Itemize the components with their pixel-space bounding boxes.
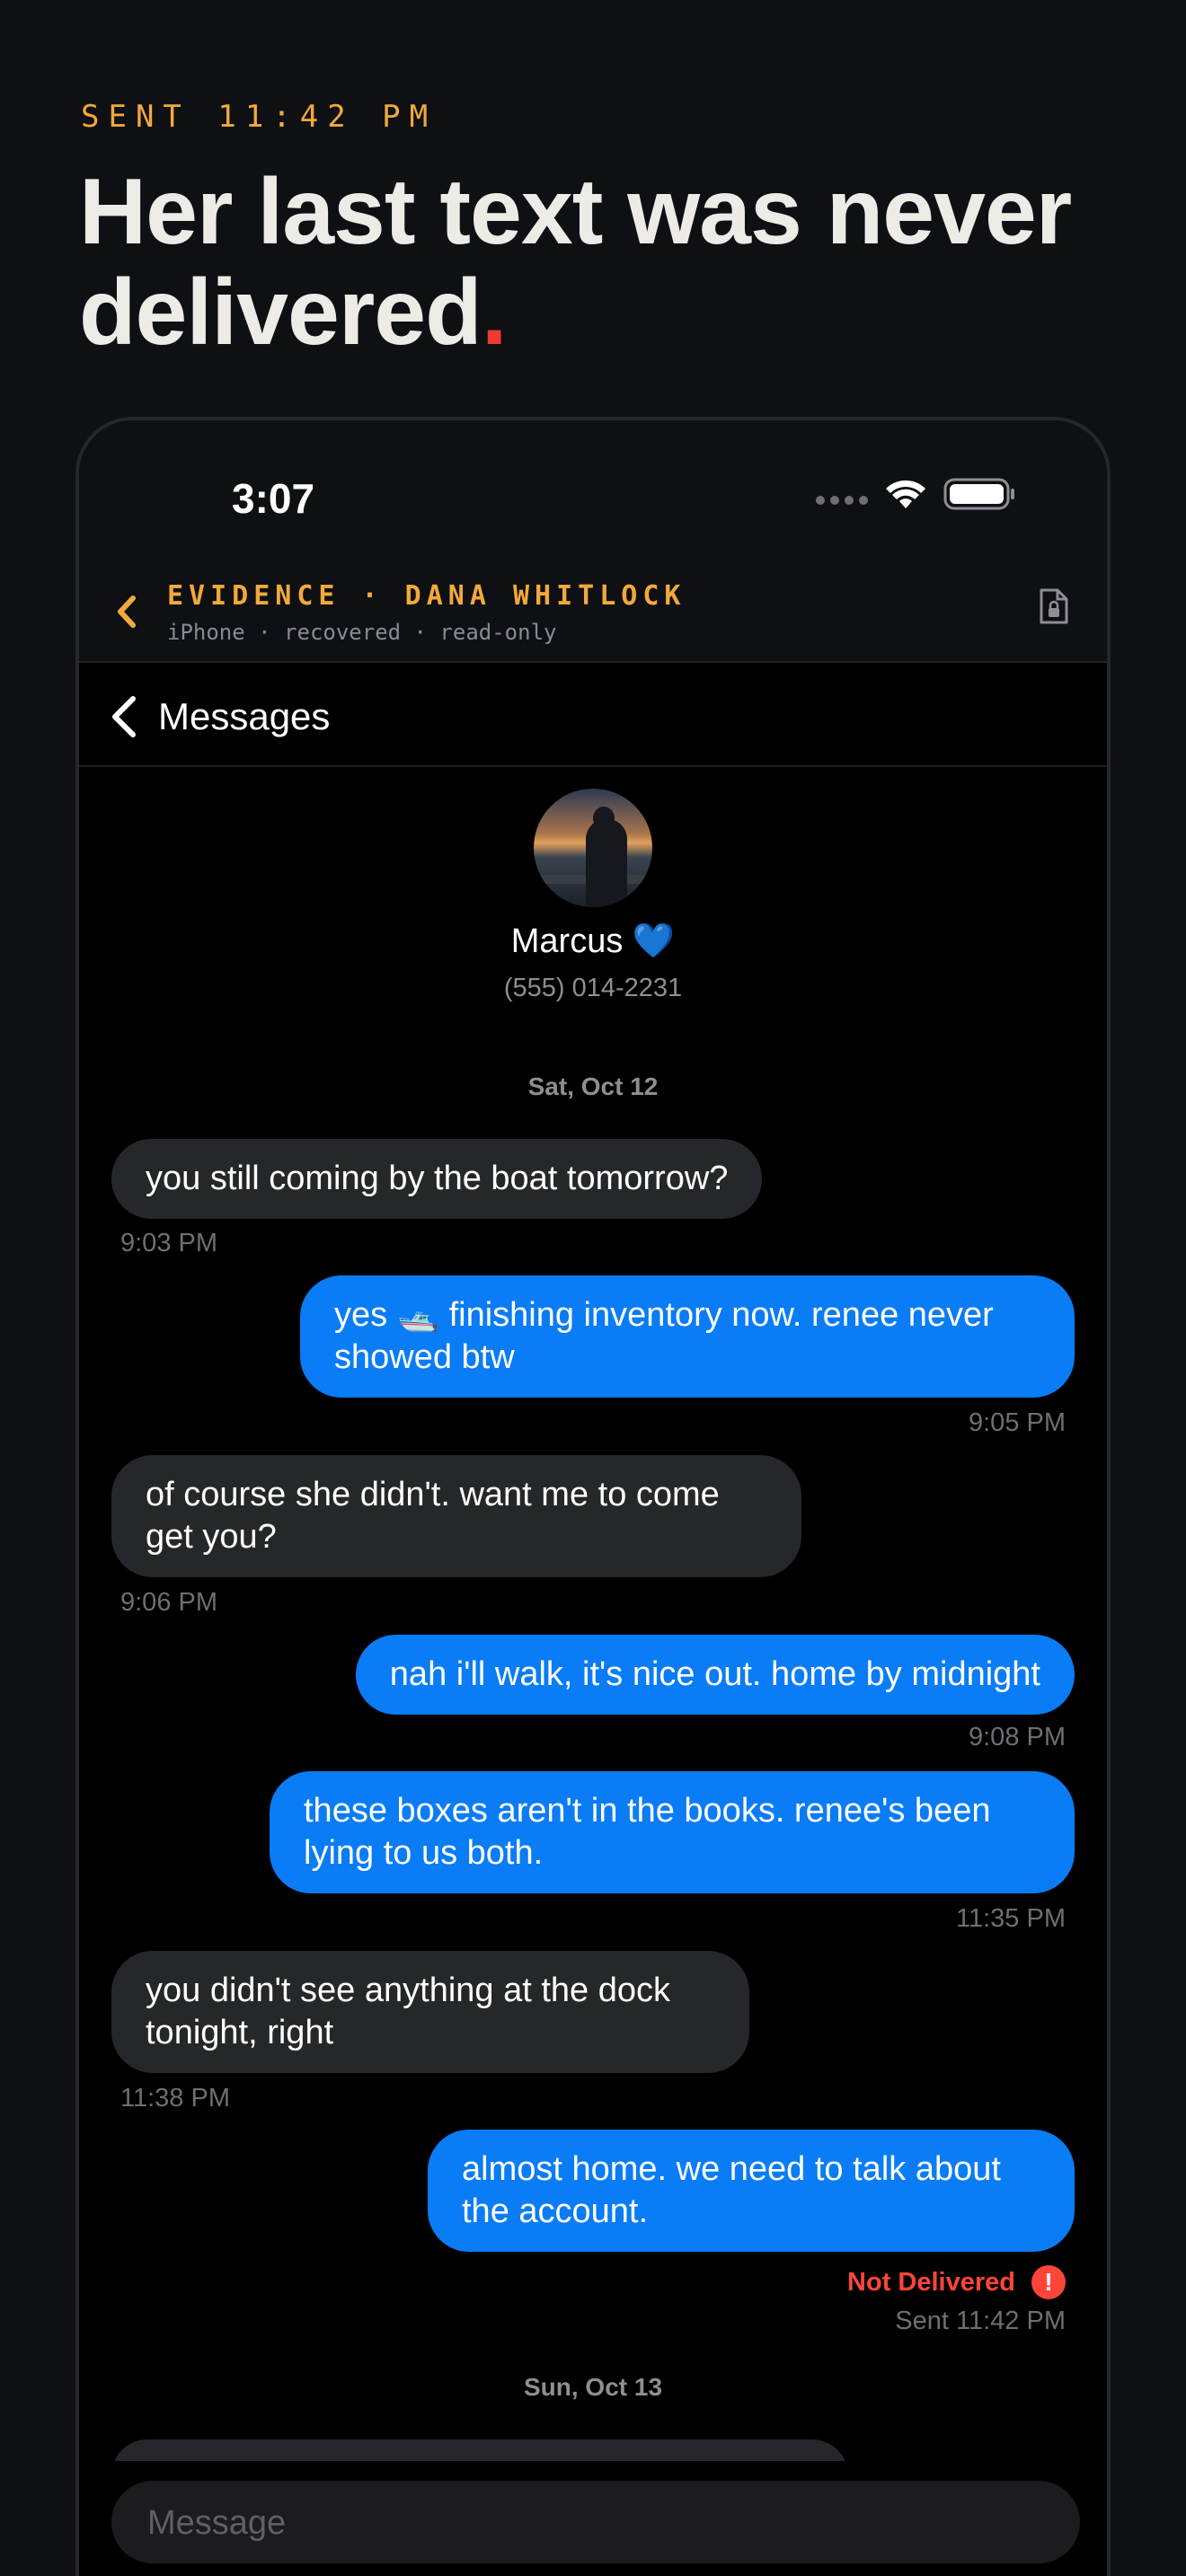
phone-frame: 3:07 EVIDENCE · DANA WHITLOCK iPhone · r… — [75, 417, 1111, 2576]
evidence-subtitle: iPhone · recovered · read-only — [167, 620, 557, 645]
date-separator: Sat, Oct 12 — [527, 1072, 659, 1100]
date-separator: Sun, Oct 13 — [523, 2373, 663, 2401]
message-bubble-outgoing[interactable]: nah i'll walk, it's nice out. home by mi… — [355, 1635, 1075, 1715]
wifi-icon — [886, 480, 925, 508]
contact-name[interactable]: Marcus 💙 — [79, 922, 1107, 961]
locked-document-icon[interactable] — [1039, 587, 1069, 630]
avatar[interactable] — [534, 789, 652, 907]
status-time: 3:07 — [232, 475, 315, 522]
error-icon[interactable]: ! — [1031, 2265, 1066, 2299]
chevron-left-icon[interactable] — [113, 591, 138, 643]
contact-header: Marcus 💙 (555) 014-2231 — [79, 789, 1107, 1003]
back-button[interactable] — [106, 692, 142, 746]
evidence-bar: EVIDENCE · DANA WHITLOCK iPhone · recove… — [79, 555, 1107, 663]
evidence-title: EVIDENCE · DANA WHITLOCK — [167, 580, 686, 612]
message-timestamp: 9:06 PM — [120, 1588, 217, 1617]
status-bar: 3:07 — [79, 420, 1107, 555]
chevron-left-icon — [112, 696, 136, 737]
cellular-signal-icon — [816, 496, 868, 505]
headline-text: Her last text was never delivered — [79, 160, 1072, 365]
nav-title[interactable]: Messages — [158, 695, 330, 738]
message-bubble-incoming[interactable]: of course she didn't. want me to come ge… — [111, 1455, 801, 1577]
message-bubble-incoming[interactable]: you didn't see anything at the dock toni… — [111, 1951, 749, 2073]
message-timestamp: 11:38 PM — [120, 2084, 230, 2113]
battery-icon — [943, 478, 1014, 510]
message-bubble-incoming[interactable]: you still coming by the boat tomorrow? — [111, 1139, 763, 1219]
message-bubble-outgoing[interactable]: almost home. we need to talk about the a… — [428, 2130, 1075, 2252]
message-timestamp: 11:35 PM — [956, 1904, 1066, 1933]
contact-phone: (555) 014-2231 — [503, 974, 683, 1002]
eyebrow-label: SENT 11:42 PM — [81, 99, 438, 135]
headline: Her last text was never delivered. — [79, 162, 1121, 363]
message-input[interactable]: Message — [111, 2481, 1080, 2563]
message-bubble-outgoing[interactable]: yes 🛥️ finishing inventory now. renee ne… — [300, 1275, 1075, 1398]
not-delivered-status[interactable]: Not Delivered ! — [847, 2265, 1066, 2299]
message-timestamp: 9:03 PM — [120, 1229, 217, 1257]
message-timestamp: 9:05 PM — [969, 1408, 1066, 1437]
status-icons — [816, 476, 1017, 512]
headline-dot: . — [481, 260, 508, 365]
message-timestamp: 9:08 PM — [969, 1723, 1066, 1751]
message-timestamp: Sent 11:42 PM — [895, 2307, 1066, 2335]
messages-nav-bar: Messages — [79, 663, 1107, 767]
not-delivered-label: Not Delivered — [847, 2267, 1015, 2297]
message-bubble-outgoing[interactable]: these boxes aren't in the books. renee's… — [270, 1771, 1075, 1893]
